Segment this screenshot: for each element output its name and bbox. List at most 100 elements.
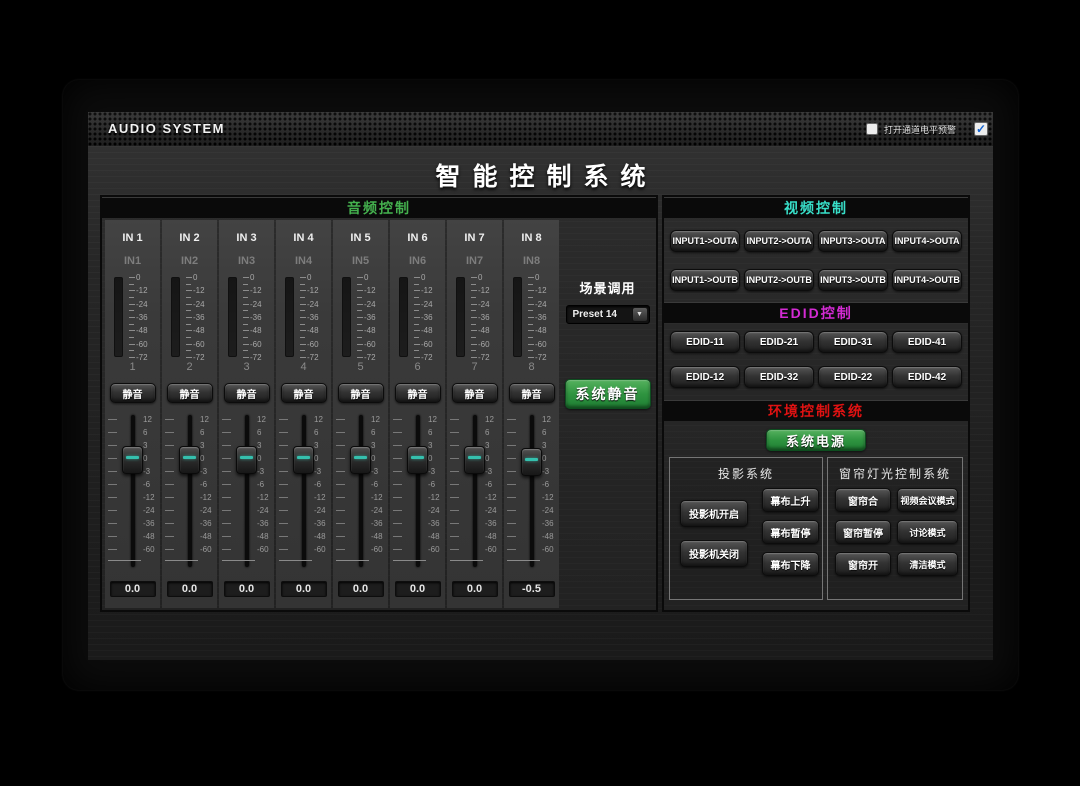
meter-tick-label: -12 bbox=[307, 287, 329, 295]
fader-handle[interactable] bbox=[407, 446, 428, 474]
system-mute-button[interactable]: 系统静音 bbox=[565, 379, 651, 409]
fader-handle[interactable] bbox=[293, 446, 314, 474]
meter-tick-label: -24 bbox=[364, 301, 386, 309]
corner-checkbox[interactable]: ✓ bbox=[974, 122, 988, 136]
volume-fader[interactable]: 12630-3-6-12-24-36-48-60 bbox=[447, 413, 502, 571]
edid-button-2[interactable]: EDID-21 bbox=[744, 331, 814, 353]
fader-tick-label: -12 bbox=[314, 494, 331, 502]
volume-fader[interactable]: 12630-3-6-12-24-36-48-60 bbox=[105, 413, 160, 571]
volume-fader[interactable]: 12630-3-6-12-24-36-48-60 bbox=[504, 413, 559, 571]
fader-handle[interactable] bbox=[350, 446, 371, 474]
mode-button-3[interactable]: 清洁模式 bbox=[897, 552, 958, 576]
fader-tick bbox=[108, 523, 117, 524]
channel-strip-8: IN 8IN80-12-24-36-48-60-728静音12630-3-6-1… bbox=[504, 220, 559, 608]
fader-handle[interactable] bbox=[464, 446, 485, 474]
fader-tick bbox=[450, 432, 459, 433]
edid-button-8[interactable]: EDID-42 bbox=[892, 366, 962, 388]
edid-button-5[interactable]: EDID-12 bbox=[670, 366, 740, 388]
mode-button-2[interactable]: 讨论模式 bbox=[897, 520, 958, 544]
fader-tick bbox=[165, 432, 174, 433]
video-route-button-6[interactable]: INPUT2->OUTB bbox=[744, 269, 814, 291]
meter-tick bbox=[243, 337, 248, 338]
fader-tick-label: -12 bbox=[428, 494, 445, 502]
channel-label: IN 6 bbox=[407, 232, 427, 245]
mute-button[interactable]: 静音 bbox=[281, 383, 327, 403]
meter-tick bbox=[300, 290, 306, 291]
device-face: AUDIO SYSTEM 打开通道电平预警 ✓ 智能控制系统 音频控制 IN 1… bbox=[88, 112, 993, 660]
fader-tick bbox=[165, 419, 174, 420]
fader-tick-label: -48 bbox=[428, 533, 445, 541]
volume-fader[interactable]: 12630-3-6-12-24-36-48-60 bbox=[333, 413, 388, 571]
meter-tick bbox=[528, 297, 533, 298]
curtain-button-3[interactable]: 窗帘开 bbox=[835, 552, 891, 576]
volume-fader[interactable]: 12630-3-6-12-24-36-48-60 bbox=[276, 413, 331, 571]
fader-tick-label: -24 bbox=[143, 507, 160, 515]
meter-tick bbox=[414, 310, 419, 311]
fader-handle[interactable] bbox=[122, 446, 143, 474]
meter-tick bbox=[414, 317, 420, 318]
mute-button[interactable]: 静音 bbox=[509, 383, 555, 403]
edid-button-1[interactable]: EDID-11 bbox=[670, 331, 740, 353]
edid-button-3[interactable]: EDID-31 bbox=[818, 331, 888, 353]
fader-tick-label: 12 bbox=[257, 416, 274, 424]
screen-button-2[interactable]: 幕布暂停 bbox=[762, 520, 819, 544]
meter-tick bbox=[186, 350, 191, 351]
video-route-button-2[interactable]: INPUT2->OUTA bbox=[744, 230, 814, 252]
mute-button[interactable]: 静音 bbox=[167, 383, 213, 403]
edid-button-4[interactable]: EDID-41 bbox=[892, 331, 962, 353]
meter-tick-label: 0 bbox=[136, 274, 158, 282]
screen-button-3[interactable]: 幕布下降 bbox=[762, 552, 819, 576]
video-route-button-4[interactable]: INPUT4->OUTA bbox=[892, 230, 962, 252]
edid-button-6[interactable]: EDID-32 bbox=[744, 366, 814, 388]
fader-handle[interactable] bbox=[236, 446, 257, 474]
fader-tick-label: -36 bbox=[485, 520, 502, 528]
volume-fader[interactable]: 12630-3-6-12-24-36-48-60 bbox=[219, 413, 274, 571]
meter-tick-label: 0 bbox=[250, 274, 272, 282]
video-route-button-8[interactable]: INPUT4->OUTB bbox=[892, 269, 962, 291]
mode-button-1[interactable]: 视频会议模式 bbox=[897, 488, 958, 512]
meter-tick-label: -48 bbox=[421, 327, 443, 335]
fader-tick bbox=[108, 510, 117, 511]
fader-tick bbox=[393, 471, 402, 472]
top-metal-strip: AUDIO SYSTEM 打开通道电平预警 ✓ bbox=[88, 112, 993, 146]
fader-tick bbox=[336, 510, 345, 511]
fader-tick bbox=[279, 497, 288, 498]
mute-button[interactable]: 静音 bbox=[338, 383, 384, 403]
mute-button[interactable]: 静音 bbox=[110, 383, 156, 403]
volume-fader[interactable]: 12630-3-6-12-24-36-48-60 bbox=[390, 413, 445, 571]
level-monitor-checkbox[interactable] bbox=[866, 123, 878, 135]
curtain-button-1[interactable]: 窗帘合 bbox=[835, 488, 891, 512]
curtain-button-2[interactable]: 窗帘暂停 bbox=[835, 520, 891, 544]
fader-tick bbox=[108, 536, 117, 537]
mute-button[interactable]: 静音 bbox=[452, 383, 498, 403]
fader-tick-label: 3 bbox=[485, 442, 502, 450]
projector-button-2[interactable]: 投影机关闭 bbox=[680, 540, 748, 567]
video-route-button-5[interactable]: INPUT1->OUTB bbox=[670, 269, 740, 291]
mute-button[interactable]: 静音 bbox=[395, 383, 441, 403]
fader-tick-label: -3 bbox=[200, 468, 217, 476]
preset-dropdown[interactable]: Preset 14 ▼ bbox=[566, 305, 650, 324]
fader-tick-label: -60 bbox=[542, 546, 559, 554]
edid-button-7[interactable]: EDID-22 bbox=[818, 366, 888, 388]
fader-handle[interactable] bbox=[521, 448, 542, 476]
screen-button-1[interactable]: 幕布上升 bbox=[762, 488, 819, 512]
fader-tick bbox=[279, 510, 288, 511]
meter-tick bbox=[528, 310, 533, 311]
fader-tick-label: -60 bbox=[485, 546, 502, 554]
dropdown-arrow-icon[interactable]: ▼ bbox=[632, 307, 648, 322]
mute-button[interactable]: 静音 bbox=[224, 383, 270, 403]
fader-tick-label: -6 bbox=[143, 481, 160, 489]
system-power-button[interactable]: 系统电源 bbox=[766, 429, 866, 451]
projector-button-1[interactable]: 投影机开启 bbox=[680, 500, 748, 527]
fader-tick bbox=[393, 432, 402, 433]
fader-tick bbox=[336, 432, 345, 433]
volume-fader[interactable]: 12630-3-6-12-24-36-48-60 bbox=[162, 413, 217, 571]
fader-tick-label: -24 bbox=[314, 507, 331, 515]
fader-handle[interactable] bbox=[179, 446, 200, 474]
meter-bar bbox=[228, 277, 237, 357]
video-route-button-3[interactable]: INPUT3->OUTA bbox=[818, 230, 888, 252]
meter-tick bbox=[129, 330, 135, 331]
video-route-button-1[interactable]: INPUT1->OUTA bbox=[670, 230, 740, 252]
video-route-button-7[interactable]: INPUT3->OUTB bbox=[818, 269, 888, 291]
channel-value: -0.5 bbox=[509, 581, 555, 597]
